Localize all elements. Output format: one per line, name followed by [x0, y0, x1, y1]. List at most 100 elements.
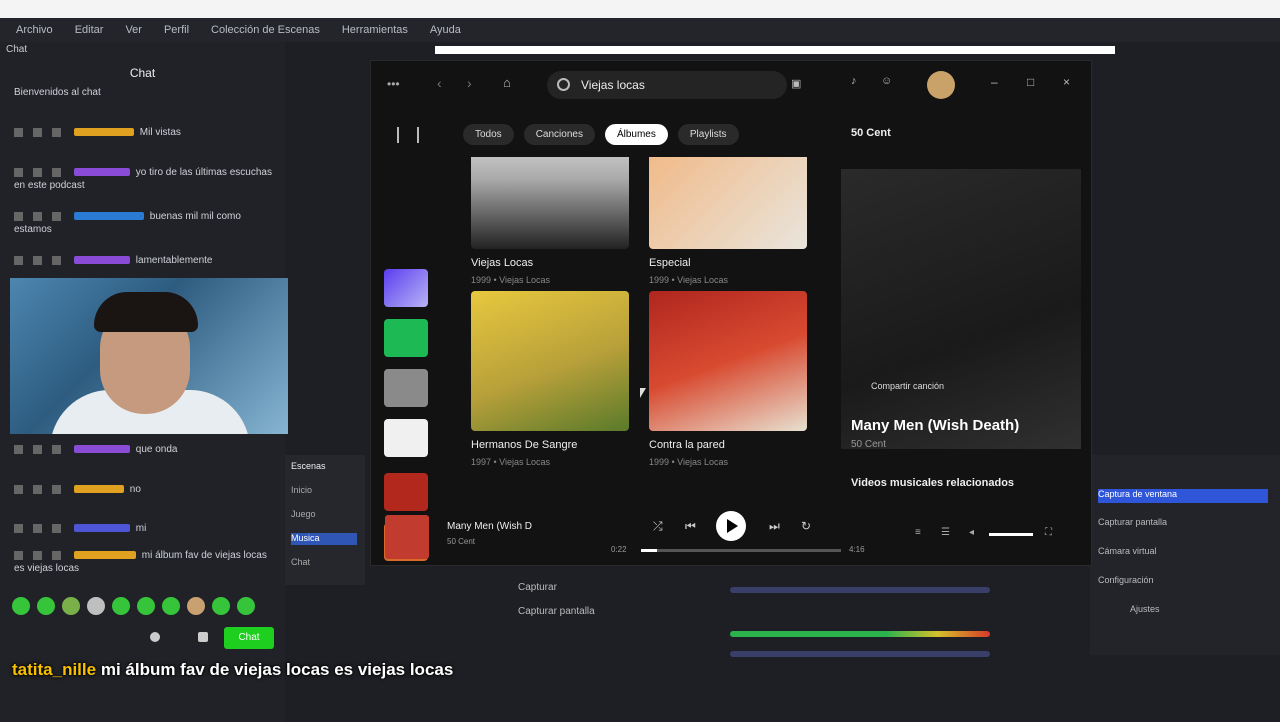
menu-item-ver[interactable]: Ver: [125, 24, 142, 36]
points-icon[interactable]: [198, 632, 208, 642]
emote-icon[interactable]: [62, 597, 80, 615]
chat-send-button[interactable]: Chat: [224, 627, 274, 649]
volume-icon[interactable]: ◂: [969, 527, 974, 538]
emote-icon[interactable]: [162, 597, 180, 615]
player-track-artist[interactable]: 50 Cent: [447, 537, 475, 546]
emote-bar: [12, 597, 272, 615]
next-icon[interactable]: ⏭: [769, 519, 780, 534]
menu-dots-icon[interactable]: •••: [387, 77, 400, 91]
library-item[interactable]: [384, 319, 428, 357]
chat-username[interactable]: [73, 524, 130, 533]
player-bar: Many Men (Wish D 50 Cent ⤮ ⏮ ⏭ ↻ 0:22 4:…: [371, 507, 1091, 565]
filter-chip-playlists[interactable]: Playlists: [677, 123, 739, 145]
filter-chip-canciones[interactable]: Canciones: [523, 123, 595, 145]
badge-icon: [52, 484, 61, 494]
emote-icon[interactable]: [237, 597, 255, 615]
emote-icon[interactable]: [37, 597, 55, 615]
previous-icon[interactable]: ⏮: [685, 519, 696, 534]
chat-username[interactable]: [73, 212, 144, 221]
minimize-icon[interactable]: –: [991, 75, 998, 89]
overlay-message: mi álbum fav de viejas locas es viejas l…: [100, 660, 454, 679]
browse-icon[interactable]: ▣: [791, 77, 801, 90]
search-input[interactable]: Viejas locas: [547, 71, 787, 99]
related-videos-heading: Videos musicales relacionados: [851, 477, 1015, 489]
repeat-icon[interactable]: ↻: [801, 519, 811, 533]
filter-chip-todos[interactable]: Todos: [463, 123, 514, 145]
scene-item[interactable]: Inicio: [291, 485, 357, 497]
menu-item-archivo[interactable]: Archivo: [16, 24, 53, 36]
shuffle-icon[interactable]: ⤮: [653, 519, 663, 534]
source-item[interactable]: Configuración: [1098, 575, 1268, 589]
friends-icon[interactable]: ☺: [881, 75, 892, 87]
now-playing-artist[interactable]: 50 Cent: [851, 439, 886, 450]
scene-item-selected[interactable]: Musica: [291, 533, 357, 545]
scene-item[interactable]: Juego: [291, 509, 357, 521]
chat-message: mi: [14, 522, 276, 535]
back-icon[interactable]: ‹: [437, 75, 442, 91]
source-item-selected[interactable]: Captura de ventana: [1098, 489, 1268, 503]
current-time: 0:22: [611, 545, 627, 554]
chat-username[interactable]: [73, 256, 130, 265]
user-avatar[interactable]: [927, 71, 955, 99]
chat-username[interactable]: [73, 445, 130, 454]
settings-icon[interactable]: [150, 632, 160, 642]
emote-icon[interactable]: [12, 597, 30, 615]
album-card[interactable]: Hermanos De Sangre 1997 • Viejas Locas: [471, 291, 631, 467]
lyrics-icon[interactable]: ≡: [915, 527, 921, 538]
chat-message-text: Mil vistas: [139, 127, 181, 138]
menu-item-escenas[interactable]: Colección de Escenas: [211, 24, 320, 36]
album-card[interactable]: Especial 1999 • Viejas Locas: [649, 157, 809, 285]
source-item[interactable]: Cámara virtual: [1098, 546, 1268, 560]
chat-username[interactable]: [73, 168, 130, 177]
chat-username[interactable]: [73, 485, 124, 494]
share-song-button[interactable]: Compartir canción: [871, 381, 944, 391]
source-item[interactable]: Ajustes: [1130, 604, 1280, 618]
volume-meter[interactable]: [730, 651, 990, 657]
volume-meter[interactable]: [730, 587, 990, 593]
filter-chip-albumes[interactable]: Álbumes: [604, 123, 668, 145]
library-item[interactable]: [384, 369, 428, 407]
source-item[interactable]: Capturar pantalla: [1098, 517, 1268, 531]
close-icon[interactable]: ×: [1063, 75, 1070, 89]
library-item[interactable]: [384, 473, 428, 511]
progress-bar[interactable]: [641, 549, 841, 552]
scene-item[interactable]: Chat: [291, 557, 357, 569]
volume-meter[interactable]: [730, 631, 990, 637]
library-icon[interactable]: [397, 127, 419, 143]
forward-icon[interactable]: ›: [467, 75, 472, 91]
home-icon[interactable]: ⌂: [503, 75, 511, 90]
fullscreen-icon[interactable]: ⛶: [1045, 527, 1052, 538]
badge-icon: [14, 167, 23, 177]
now-playing-song[interactable]: Many Men (Wish Death): [851, 417, 1071, 434]
player-album-art[interactable]: [385, 515, 429, 559]
chat-username[interactable]: [73, 128, 134, 137]
menu-item-perfil[interactable]: Perfil: [164, 24, 189, 36]
emote-icon[interactable]: [212, 597, 230, 615]
badge-icon: [33, 550, 42, 560]
emote-icon[interactable]: [187, 597, 205, 615]
overlay-username: tatita_nille: [12, 660, 97, 679]
library-item[interactable]: [384, 419, 428, 457]
player-track-title[interactable]: Many Men (Wish D: [447, 521, 532, 532]
library-item[interactable]: [384, 269, 428, 307]
queue-icon[interactable]: ☰: [941, 527, 950, 538]
menu-item-editar[interactable]: Editar: [75, 24, 104, 36]
menu-item-ayuda[interactable]: Ayuda: [430, 24, 461, 36]
bell-icon[interactable]: ♪: [851, 75, 857, 87]
album-title: Viejas Locas: [471, 257, 534, 269]
emote-icon[interactable]: [112, 597, 130, 615]
album-card[interactable]: Viejas Locas 1999 • Viejas Locas: [471, 157, 631, 285]
emote-icon[interactable]: [87, 597, 105, 615]
chat-username[interactable]: [73, 551, 136, 560]
album-cover: [471, 157, 629, 249]
maximize-icon[interactable]: □: [1027, 75, 1034, 89]
volume-slider[interactable]: [989, 533, 1033, 536]
control-label[interactable]: Capturar: [518, 582, 557, 593]
badge-icon: [52, 167, 61, 177]
music-app-window: ••• ‹ › ⌂ Viejas locas ▣ ♪ ☺ – □ × Todos…: [370, 60, 1092, 566]
emote-icon[interactable]: [137, 597, 155, 615]
menu-item-herramientas[interactable]: Herramientas: [342, 24, 408, 36]
control-label[interactable]: Capturar pantalla: [518, 606, 595, 617]
album-card[interactable]: Contra la pared 1999 • Viejas Locas: [649, 291, 809, 467]
chat-dock-tab[interactable]: Chat: [0, 44, 285, 58]
